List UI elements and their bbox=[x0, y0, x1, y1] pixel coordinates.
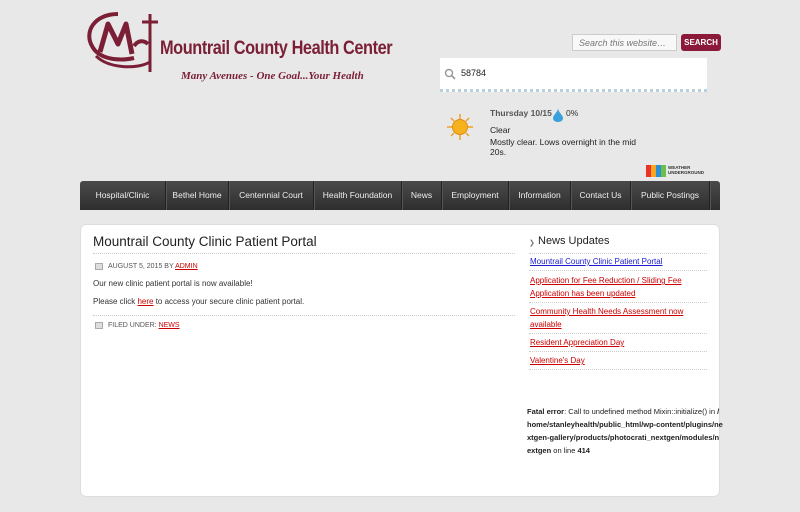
post-by: BY bbox=[164, 263, 174, 270]
category-link[interactable]: NEWS bbox=[159, 322, 180, 329]
divider bbox=[93, 315, 515, 316]
post-text: Please click bbox=[93, 297, 138, 306]
weather-day: Thursday 10/15 bbox=[490, 108, 552, 118]
divider bbox=[529, 302, 707, 303]
portal-link[interactable]: here bbox=[137, 297, 153, 306]
post-paragraph: Please click here to access your secure … bbox=[93, 297, 304, 306]
nav-item-news[interactable]: News bbox=[402, 181, 442, 210]
folder-icon bbox=[95, 322, 103, 329]
post-paragraph: Our new clinic patient portal is now ava… bbox=[93, 279, 253, 288]
news-link[interactable]: Community Health Needs Assessment now av… bbox=[530, 305, 702, 331]
search-input[interactable] bbox=[572, 34, 677, 51]
post-title[interactable]: Mountrail County Clinic Patient Portal bbox=[93, 234, 317, 249]
site-logo[interactable]: Mountrail County Health Center Many Aven… bbox=[86, 10, 393, 82]
news-link[interactable]: Mountrail County Clinic Patient Portal bbox=[530, 255, 702, 268]
nav-item-contact-us[interactable]: Contact Us bbox=[571, 181, 631, 210]
sun-icon bbox=[447, 114, 473, 140]
logo-tagline: Many Avenues - One Goal...Your Health bbox=[181, 70, 364, 82]
nav-item-bethel-home[interactable]: Bethel Home bbox=[166, 181, 229, 210]
nav-item-health-foundation[interactable]: Health Foundation bbox=[314, 181, 402, 210]
post-meta: AUGUST 5, 2015 BY ADMIN bbox=[108, 263, 198, 270]
divider bbox=[529, 253, 707, 254]
search-button[interactable]: SEARCH bbox=[681, 34, 721, 51]
sidebar-title: News Updates bbox=[538, 235, 610, 247]
filed-under-label: FILED UNDER: bbox=[108, 322, 157, 329]
news-link[interactable]: Valentine's Day bbox=[530, 354, 702, 367]
calendar-icon bbox=[95, 263, 103, 270]
nav-item-employment[interactable]: Employment bbox=[442, 181, 509, 210]
content-area: Mountrail County Clinic Patient Portal A… bbox=[80, 224, 723, 497]
weather-zip[interactable]: 58784 bbox=[461, 68, 486, 78]
divider bbox=[529, 369, 707, 370]
divider bbox=[529, 351, 707, 352]
post-date: AUGUST 5, 2015 bbox=[108, 263, 163, 270]
divider bbox=[529, 333, 707, 334]
divider bbox=[93, 253, 515, 254]
divider bbox=[529, 270, 707, 271]
post-author-link[interactable]: ADMIN bbox=[175, 263, 198, 270]
weather-location-box[interactable]: 58784 bbox=[440, 58, 707, 92]
raindrop-icon bbox=[553, 108, 563, 122]
weather-provider-line2: UNDERGROUND bbox=[668, 170, 704, 175]
news-link[interactable]: Application for Fee Reduction / Sliding … bbox=[530, 274, 702, 300]
error-text: : Call to undefined method Mixin::initia… bbox=[564, 407, 718, 416]
search-icon bbox=[444, 68, 456, 80]
weather-precip: 0% bbox=[566, 108, 579, 118]
error-label: Fatal error bbox=[527, 407, 565, 416]
weather-description: Mostly clear. Lows overnight in the mid … bbox=[490, 137, 636, 157]
nav-item-public-postings[interactable]: Public Postings bbox=[631, 181, 710, 210]
error-line-label: on line bbox=[551, 446, 578, 455]
error-line: 414 bbox=[577, 446, 590, 455]
weather-provider: WEATHER UNDERGROUND bbox=[668, 165, 708, 175]
post-text: to access your secure clinic patient por… bbox=[153, 297, 305, 306]
fatal-error-message: Fatal error: Call to undefined method Mi… bbox=[527, 405, 723, 457]
post-filed-under: FILED UNDER: NEWS bbox=[108, 322, 180, 329]
logo-name: Mountrail County Health Center bbox=[160, 38, 393, 59]
nav-item-centennial-court[interactable]: Centennial Court bbox=[229, 181, 314, 210]
news-link[interactable]: Resident Appreciation Day bbox=[530, 336, 702, 349]
nav-item-information[interactable]: Information bbox=[509, 181, 571, 210]
nav-item-hospital-clinic[interactable]: Hospital/Clinic bbox=[80, 181, 166, 210]
main-nav: Hospital/Clinic Bethel Home Centennial C… bbox=[80, 181, 720, 210]
chevron-right-icon: ❯ bbox=[529, 240, 535, 247]
weather-condition: Clear bbox=[490, 125, 511, 135]
